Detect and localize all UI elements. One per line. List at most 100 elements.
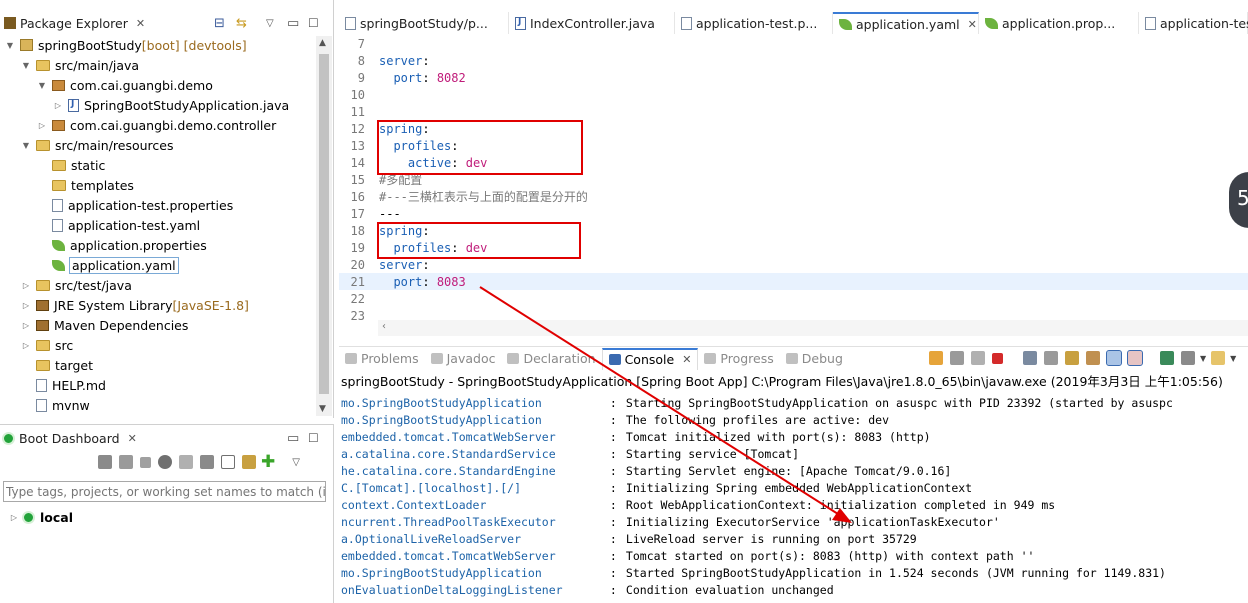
tab-declaration[interactable]: Declaration	[501, 348, 601, 370]
console-message: Initializing ExecutorService 'applicatio…	[619, 515, 1000, 529]
yaml-editor[interactable]: 7 8 server: 9 port: 8082 10 11 12 spring: 13 pro…	[339, 35, 1248, 323]
close-icon[interactable]: ✕	[682, 353, 691, 366]
tree-item[interactable]: application.yaml	[0, 255, 316, 275]
tree-item[interactable]: ▼ src/main/resources	[0, 135, 316, 155]
tree-item[interactable]: mvnw	[0, 395, 316, 415]
tree-item[interactable]: ▷ SpringBootStudyApplication.java	[0, 95, 316, 115]
add-icon[interactable]: ✚	[261, 454, 275, 471]
minimize-icon[interactable]: ▭	[287, 16, 299, 31]
view-menu-icon[interactable]: ▽	[266, 18, 274, 29]
chevron-down-icon[interactable]: ▼	[1200, 354, 1206, 363]
tree-item[interactable]: ▷ src	[0, 335, 316, 355]
display-console-icon[interactable]	[1181, 351, 1195, 365]
maximize-icon[interactable]: ☐	[308, 431, 319, 445]
editor-tab[interactable]: application.yaml ✕	[833, 12, 979, 34]
expand-twisty-icon[interactable]: ▷	[20, 301, 32, 310]
tree-item[interactable]: ▷ com.cai.guangbi.demo.controller	[0, 115, 316, 135]
annotation-box-active-profile	[377, 120, 583, 175]
editor-tab[interactable]: application-test.p...	[675, 12, 833, 34]
show-on-stdout-icon[interactable]	[1106, 350, 1122, 366]
tab-problems[interactable]: Problems	[339, 348, 425, 370]
tree-item[interactable]: ▼ src/main/java	[0, 55, 316, 75]
relaunch-icon[interactable]	[929, 351, 943, 365]
stop-icon[interactable]	[140, 456, 151, 468]
folder-icon	[36, 359, 50, 371]
open-console-icon[interactable]	[1160, 351, 1174, 365]
tree-item[interactable]: ▷ src/test/java	[0, 275, 316, 295]
editor-tab[interactable]: application-test	[1139, 12, 1248, 34]
scroll-up-arrow[interactable]: ▲	[319, 38, 326, 48]
console-output[interactable]: mo.SpringBootStudyApplication : Starting…	[341, 396, 1248, 600]
code-text: port: 8083	[369, 275, 465, 289]
new-console-icon[interactable]	[1211, 351, 1226, 365]
tab-boot-dashboard[interactable]: Boot Dashboard ✕	[0, 427, 143, 449]
open-browser-icon[interactable]	[158, 455, 172, 469]
start-icon[interactable]	[98, 455, 112, 469]
tree-item[interactable]: HELP.md	[0, 375, 316, 395]
tab-console[interactable]: Console ✕	[601, 347, 699, 370]
console-icon[interactable]	[179, 455, 193, 469]
scroll-left-arrow[interactable]: ‹	[382, 321, 386, 332]
expand-twisty-icon[interactable]: ▷	[52, 101, 64, 110]
tree-item[interactable]: ▼ springBootStudy [boot] [devtools]	[0, 35, 316, 55]
debug-icon[interactable]	[119, 455, 133, 469]
close-icon[interactable]: ✕	[136, 17, 145, 30]
chevron-down-icon[interactable]: ▼	[1230, 354, 1236, 363]
editor-hscroll[interactable]: ‹	[378, 320, 1248, 336]
expand-twisty-icon[interactable]: ▷	[20, 281, 32, 290]
expand-twisty-icon[interactable]: ▼	[20, 61, 32, 70]
folder-icon	[36, 59, 50, 71]
expand-twisty-icon[interactable]: ▼	[36, 81, 48, 90]
word-wrap-icon[interactable]	[1065, 351, 1079, 365]
pin-console-icon[interactable]	[1086, 351, 1100, 365]
console-logger: onEvaluationDeltaLoggingListener	[341, 583, 563, 597]
expand-twisty-icon[interactable]: ▷	[20, 341, 32, 350]
local-target-row[interactable]: ▷ local	[8, 507, 73, 527]
expand-twisty-icon[interactable]: ▷	[8, 513, 20, 522]
scroll-down-arrow[interactable]: ▼	[319, 404, 326, 414]
close-icon[interactable]: ✕	[968, 18, 977, 31]
expand-twisty-icon[interactable]: ▼	[4, 41, 16, 50]
scroll-lock-icon[interactable]	[1044, 351, 1058, 365]
show-on-stderr-icon[interactable]	[1127, 350, 1143, 366]
scroll-thumb[interactable]	[319, 54, 329, 394]
yaml-punct: ---	[379, 206, 401, 221]
line-number: 16	[350, 189, 365, 204]
tab-progress[interactable]: Progress	[698, 348, 779, 370]
tree-item[interactable]: application-test.yaml	[0, 215, 316, 235]
maximize-icon[interactable]: ☐	[308, 16, 319, 30]
remove-launch-icon[interactable]	[950, 351, 964, 365]
minimize-icon[interactable]: ▭	[287, 431, 299, 446]
expand-twisty-icon[interactable]: ▼	[20, 141, 32, 150]
collapse-all-icon[interactable]: ⊟	[214, 16, 225, 31]
explorer-scrollbar[interactable]: ▲ ▼	[316, 36, 332, 416]
tree-item[interactable]: target	[0, 355, 316, 375]
tree-item[interactable]: application.properties	[0, 235, 316, 255]
console-separator: :	[603, 532, 617, 546]
tree-item[interactable]: ▷ JRE System Library [JavaSE-1.8]	[0, 295, 316, 315]
close-icon[interactable]: ✕	[128, 432, 137, 445]
config-icon[interactable]	[200, 455, 214, 469]
expand-twisty-icon[interactable]: ▷	[36, 121, 48, 130]
editor-tab[interactable]: springBootStudy/p...	[339, 12, 509, 34]
tab-debug[interactable]: Debug	[780, 348, 849, 370]
filter-icon[interactable]	[242, 455, 256, 469]
clear-console-icon[interactable]	[1023, 351, 1037, 365]
tree-item[interactable]: templates	[0, 175, 316, 195]
tree-item[interactable]: ▷ Maven Dependencies	[0, 315, 316, 335]
tree-item[interactable]: static	[0, 155, 316, 175]
expand-twisty-icon[interactable]: ▷	[20, 321, 32, 330]
tree-item[interactable]: ▼ com.cai.guangbi.demo	[0, 75, 316, 95]
terminate-icon[interactable]	[992, 352, 1003, 364]
columns-icon[interactable]	[221, 455, 235, 469]
tree-item[interactable]: application-test.properties	[0, 195, 316, 215]
tab-package-explorer[interactable]: Package Explorer ✕	[0, 12, 151, 34]
tag-filter-input[interactable]	[3, 481, 326, 502]
view-menu-icon[interactable]: ▽	[292, 457, 300, 468]
editor-tab[interactable]: application.prop...	[979, 12, 1139, 34]
link-editor-icon[interactable]: ⇆	[236, 16, 247, 31]
java-file-icon	[68, 98, 79, 112]
tab-javadoc[interactable]: Javadoc	[425, 348, 502, 370]
remove-all-icon[interactable]	[971, 351, 985, 365]
editor-tab[interactable]: IndexController.java	[509, 12, 675, 34]
